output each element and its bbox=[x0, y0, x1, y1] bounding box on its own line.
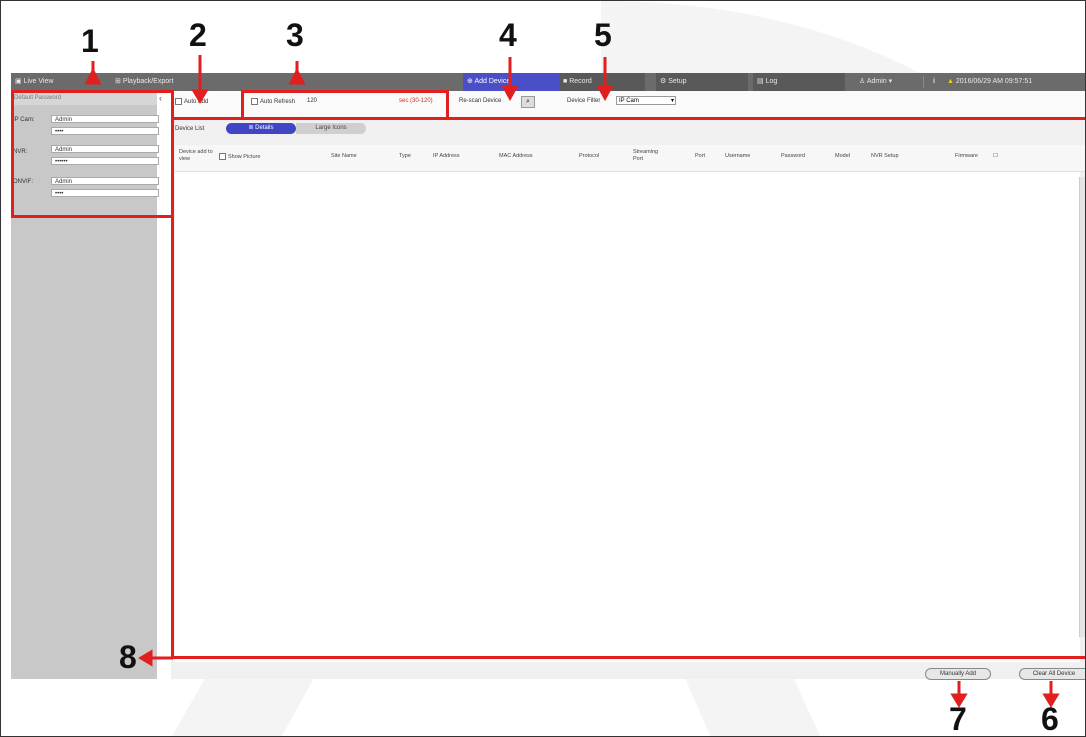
callout-number-1: 1 bbox=[81, 23, 99, 59]
arrow-5-head bbox=[596, 85, 614, 102]
arrow-2-head bbox=[191, 89, 209, 104]
callout-number-8: 8 bbox=[119, 639, 137, 675]
arrow-4-head bbox=[501, 85, 519, 102]
callout-number-4: 4 bbox=[499, 17, 517, 53]
arrow-8-head bbox=[138, 649, 153, 667]
arrow-3-head bbox=[288, 67, 306, 85]
callout-number-5: 5 bbox=[594, 17, 612, 53]
callout-number-2: 2 bbox=[189, 17, 207, 53]
callout-number-3: 3 bbox=[286, 17, 304, 53]
callout-number-7: 7 bbox=[949, 701, 967, 737]
callout-number-6: 6 bbox=[1041, 701, 1059, 737]
screenshot-frame: ▣ Live View ⊞ Playback/Export ⊕ Add Devi… bbox=[0, 0, 1086, 737]
callout-arrows bbox=[84, 55, 1060, 708]
arrow-1-head bbox=[84, 67, 102, 85]
